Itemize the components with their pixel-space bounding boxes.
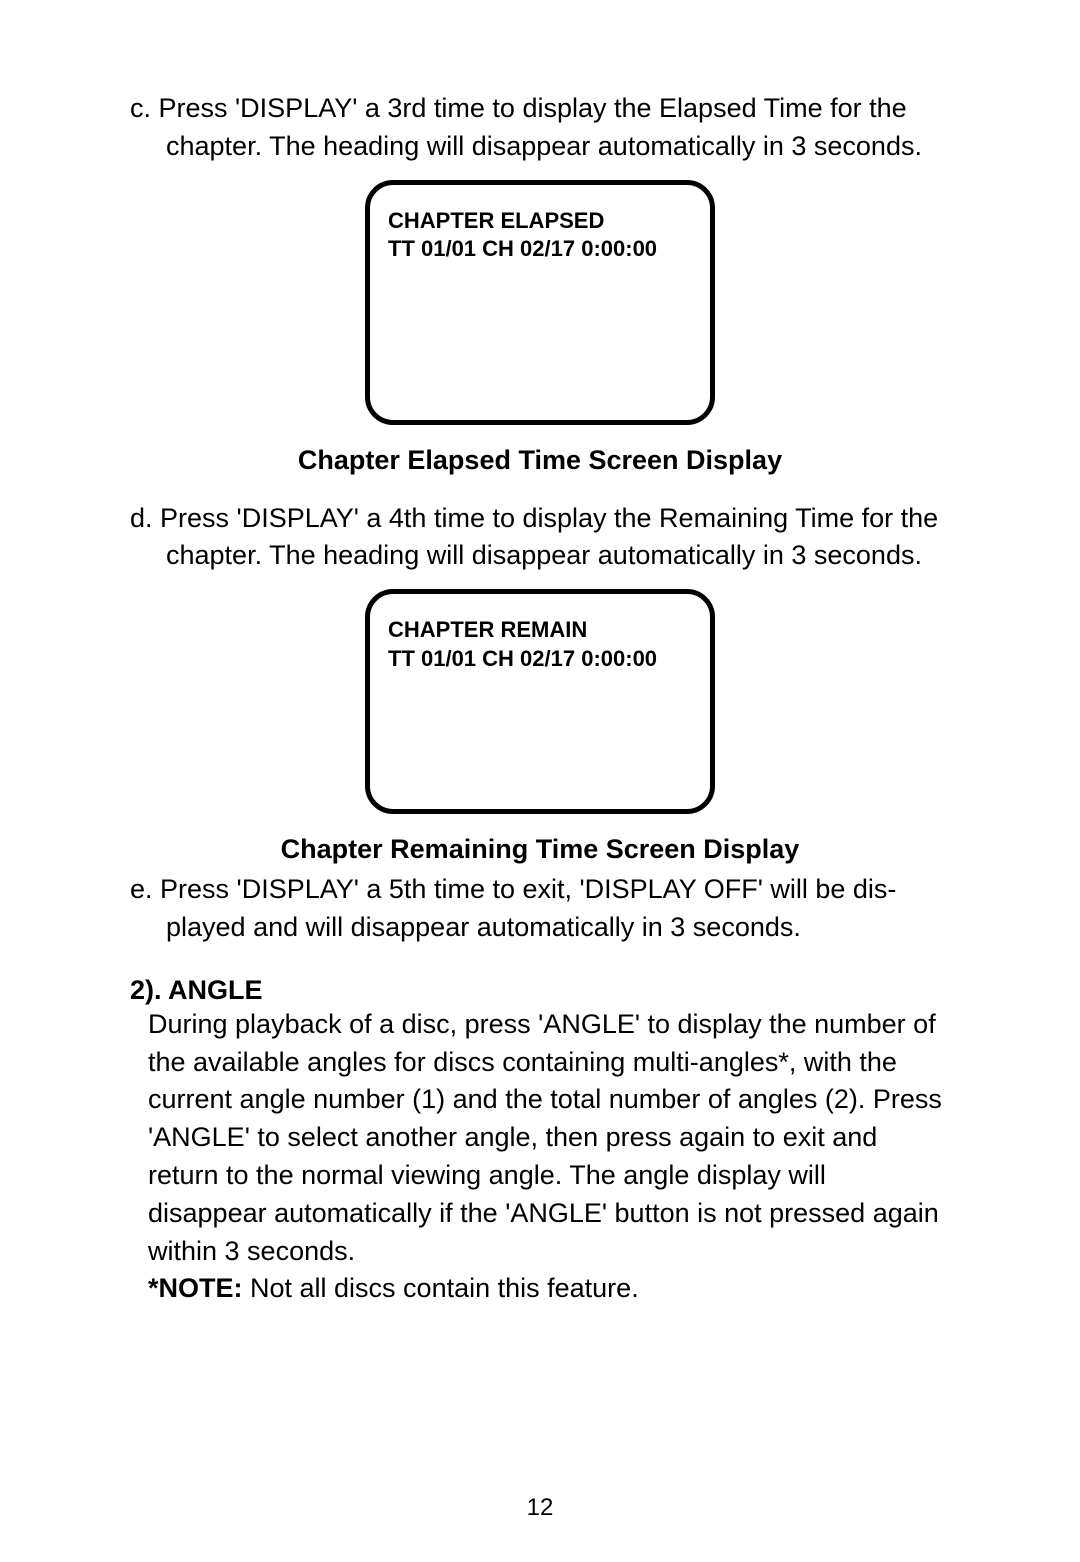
para-c: c. Press 'DISPLAY' a 3rd time to display… (130, 90, 950, 166)
screen-box-elapsed: CHAPTER ELAPSED TT 01/01 CH 02/17 0:00:0… (365, 180, 715, 425)
angle-heading: 2). ANGLE (130, 975, 950, 1006)
angle-body: During playback of a disc, press 'ANGLE'… (130, 1006, 950, 1271)
screen-remain-line1: CHAPTER REMAIN (388, 616, 692, 645)
screen-elapsed-line1: CHAPTER ELAPSED (388, 207, 692, 236)
page-number: 12 (0, 1494, 1080, 1522)
screen-elapsed-line2: TT 01/01 CH 02/17 0:00:00 (388, 235, 692, 264)
note-text: Not all discs contain this feature. (243, 1273, 639, 1303)
screen-box-remain: CHAPTER REMAIN TT 01/01 CH 02/17 0:00:00 (365, 589, 715, 814)
angle-note: *NOTE: Not all discs contain this featur… (130, 1270, 950, 1308)
caption-elapsed: Chapter Elapsed Time Screen Display (130, 445, 950, 476)
para-e: e. Press 'DISPLAY' a 5th time to exit, '… (130, 871, 950, 947)
para-d: d. Press 'DISPLAY' a 4th time to display… (130, 500, 950, 576)
screen-remain-line2: TT 01/01 CH 02/17 0:00:00 (388, 645, 692, 674)
caption-remain: Chapter Remaining Time Screen Display (130, 834, 950, 865)
note-label: *NOTE: (148, 1273, 243, 1303)
document-page: c. Press 'DISPLAY' a 3rd time to display… (0, 0, 1080, 1562)
